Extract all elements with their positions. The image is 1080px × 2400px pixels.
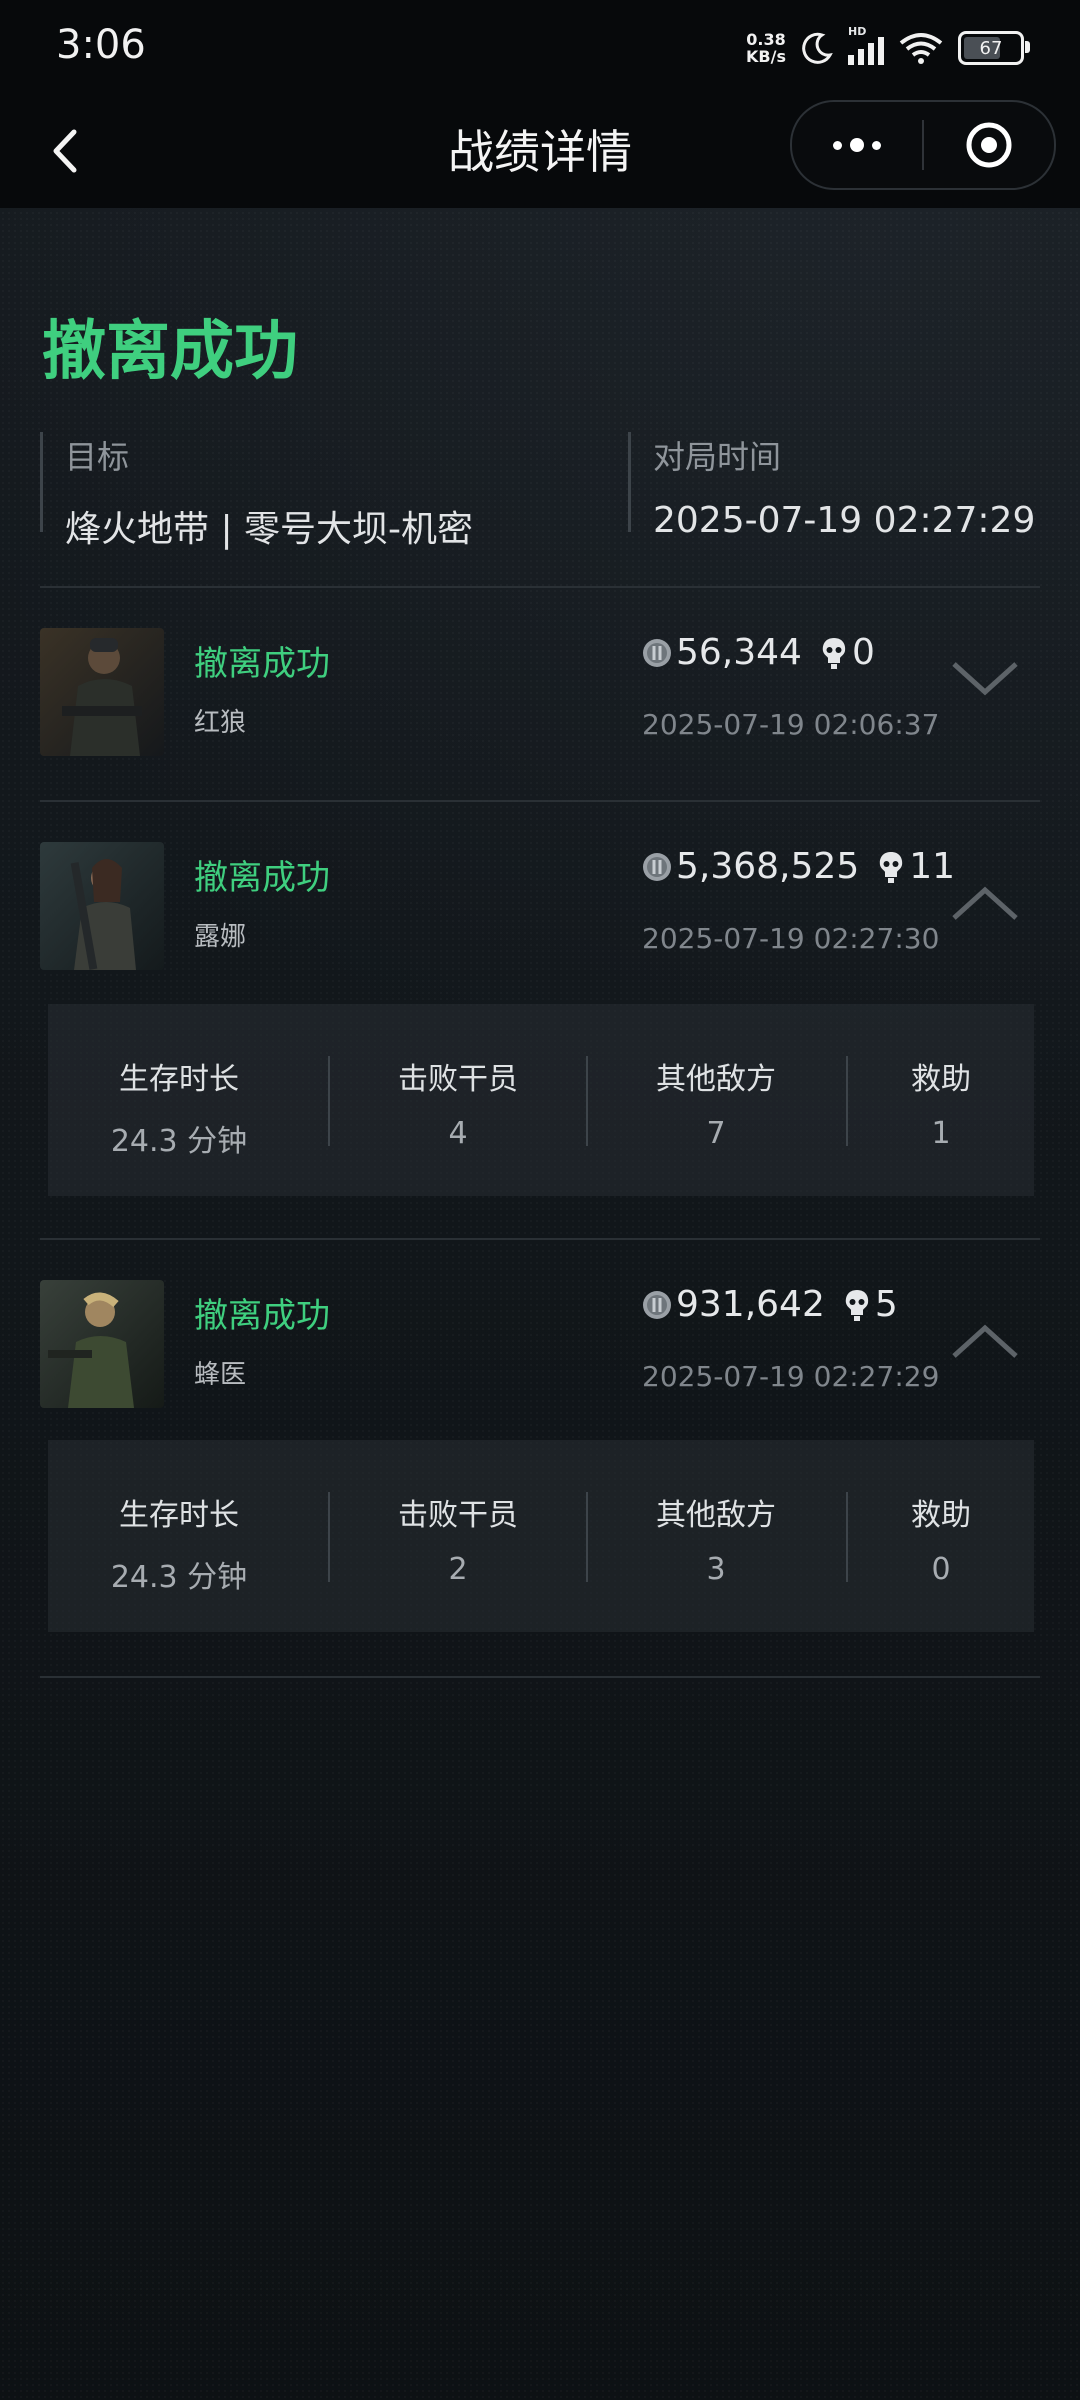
detail-label: 其他敌方 xyxy=(656,1498,776,1533)
player-avatar xyxy=(40,1280,164,1408)
more-dots-icon[interactable] xyxy=(792,102,922,188)
cellular-signal-icon: HD xyxy=(848,25,884,65)
player-avatar xyxy=(40,628,164,756)
page: 3:06 0.38 KB/s HD 67 战绩详情 撤离成功 目标 烽火地带 |… xyxy=(0,0,1080,2400)
player-kills: 11 xyxy=(909,846,956,887)
player-row[interactable]: 撤离成功 露娜 5,368,525 11 2025-07-19 02:27:30 xyxy=(40,842,1040,982)
player-status: 撤离成功 xyxy=(194,644,330,684)
nav-bar: 战绩详情 xyxy=(0,96,1080,208)
network-speed-unit: KB/s xyxy=(746,47,786,66)
detail-value: 1 xyxy=(931,1116,951,1151)
player-kills: 0 xyxy=(851,632,875,673)
coin-icon xyxy=(643,1290,671,1319)
do-not-disturb-moon-icon xyxy=(802,32,833,64)
player-stats: 931,642 5 xyxy=(642,1284,898,1325)
target-icon[interactable] xyxy=(924,102,1054,188)
detail-operators-defeated: 击败干员 2 xyxy=(330,1440,586,1632)
wifi-icon xyxy=(899,33,943,64)
player-name: 红狼 xyxy=(194,708,247,738)
status-icons: 0.38 KB/s HD 67 xyxy=(746,25,1030,70)
player-detail-panel: 生存时长 24.3 分钟 击败干员 4 其他敌方 7 救助 1 xyxy=(48,1004,1034,1196)
detail-label: 生存时长 xyxy=(119,1498,239,1533)
detail-value: 7 xyxy=(706,1116,726,1151)
match-time-info: 对局时间 2025-07-19 02:27:29 xyxy=(628,432,1035,541)
player-coins: 56,344 xyxy=(676,632,802,673)
status-bar: 3:06 0.38 KB/s HD 67 xyxy=(0,0,1080,96)
battery-percent: 67 xyxy=(979,37,1003,59)
detail-operators-defeated: 击败干员 4 xyxy=(330,1004,586,1196)
chevron-up-icon[interactable] xyxy=(950,882,1020,926)
network-speed-value: 0.38 xyxy=(746,30,786,49)
player-name: 蜂医 xyxy=(194,1360,247,1390)
detail-label: 救助 xyxy=(911,1498,971,1533)
detail-label: 其他敌方 xyxy=(656,1062,776,1097)
detail-value: 3 xyxy=(706,1552,726,1587)
detail-value: 0 xyxy=(931,1552,951,1587)
detail-value: 4 xyxy=(448,1116,468,1151)
detail-other-enemies: 其他敌方 7 xyxy=(588,1004,844,1196)
player-name: 露娜 xyxy=(194,922,247,952)
target-value: 烽火地带 | 零号大坝-机密 xyxy=(65,509,474,550)
player-status: 撤离成功 xyxy=(194,1296,330,1336)
target-label: 目标 xyxy=(65,438,130,476)
chevron-up-icon[interactable] xyxy=(950,1320,1020,1364)
detail-value: 24.3 分钟 xyxy=(110,1124,248,1159)
player-extract-time: 2025-07-19 02:27:29 xyxy=(642,1360,940,1393)
skull-icon xyxy=(880,851,903,883)
detail-label: 救助 xyxy=(911,1062,971,1097)
detail-label: 击败干员 xyxy=(398,1498,518,1533)
player-row[interactable]: 撤离成功 蜂医 931,642 5 2025-07-19 02:27:29 xyxy=(40,1280,1040,1420)
player-detail-panel: 生存时长 24.3 分钟 击败干员 2 其他敌方 3 救助 0 xyxy=(48,1440,1034,1632)
chevron-down-icon[interactable] xyxy=(950,656,1020,700)
detail-rescues: 救助 1 xyxy=(848,1004,1034,1196)
hd-label: HD xyxy=(848,25,867,38)
target-info: 目标 烽火地带 | 零号大坝-机密 xyxy=(40,432,473,550)
detail-other-enemies: 其他敌方 3 xyxy=(588,1440,844,1632)
detail-value: 24.3 分钟 xyxy=(110,1560,248,1595)
match-time-label: 对局时间 xyxy=(653,438,782,476)
detail-survival: 生存时长 24.3 分钟 xyxy=(48,1440,310,1632)
divider xyxy=(40,586,1040,588)
battery-icon: 67 xyxy=(958,31,1030,65)
detail-label: 击败干员 xyxy=(398,1062,518,1097)
match-time-value: 2025-07-19 02:27:29 xyxy=(653,500,1036,541)
player-avatar xyxy=(40,842,164,970)
divider xyxy=(40,1676,1040,1678)
coin-icon xyxy=(643,852,671,881)
player-extract-time: 2025-07-19 02:27:30 xyxy=(642,922,940,955)
skull-icon xyxy=(822,637,846,669)
mini-program-capsule xyxy=(790,100,1056,190)
player-coins: 931,642 xyxy=(676,1284,825,1325)
player-stats: 5,368,525 11 xyxy=(642,846,955,887)
divider xyxy=(40,1238,1040,1240)
match-result-title: 撤离成功 xyxy=(42,315,298,389)
skull-icon xyxy=(845,1289,869,1321)
detail-rescues: 救助 0 xyxy=(848,1440,1034,1632)
network-speed: 0.38 KB/s xyxy=(746,31,786,65)
detail-survival: 生存时长 24.3 分钟 xyxy=(48,1004,310,1196)
player-kills: 5 xyxy=(874,1284,898,1325)
player-status: 撤离成功 xyxy=(194,858,330,898)
status-time: 3:06 xyxy=(56,22,146,68)
divider xyxy=(40,800,1040,802)
detail-value: 2 xyxy=(448,1552,468,1587)
detail-label: 生存时长 xyxy=(119,1062,239,1097)
player-extract-time: 2025-07-19 02:06:37 xyxy=(642,708,940,741)
player-stats: 56,344 0 xyxy=(642,632,875,673)
player-row[interactable]: 撤离成功 红狼 56,344 0 2025-07-19 02:06:37 xyxy=(40,628,1040,768)
coin-icon xyxy=(643,638,671,667)
player-coins: 5,368,525 xyxy=(676,846,860,887)
